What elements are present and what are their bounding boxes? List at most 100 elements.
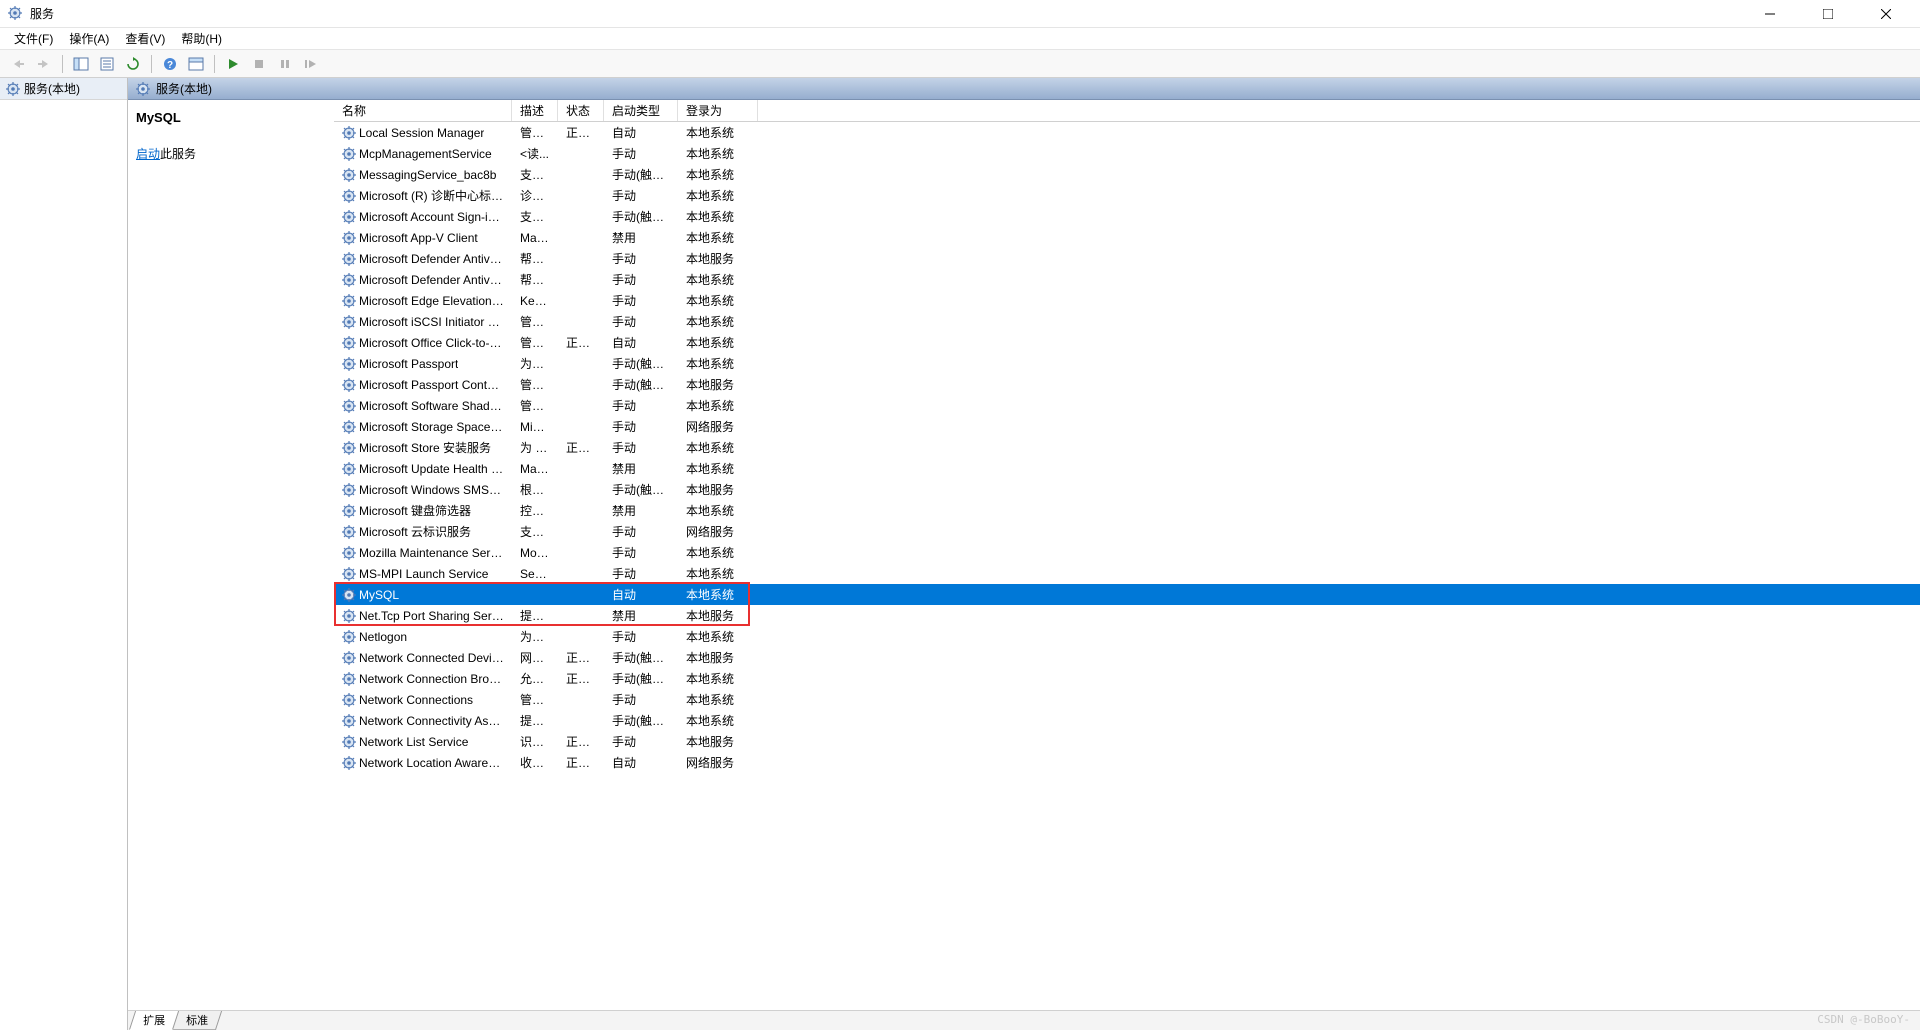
- service-row[interactable]: McpManagementService<读...手动本地系统: [334, 143, 1920, 164]
- pause-service-button[interactable]: [273, 53, 297, 75]
- service-row[interactable]: Microsoft Defender Antivir...帮助...手动本地系统: [334, 269, 1920, 290]
- col-logon[interactable]: 登录为: [678, 100, 758, 121]
- gear-icon: [342, 441, 356, 455]
- service-row[interactable]: Microsoft App-V ClientMan...禁用本地系统: [334, 227, 1920, 248]
- service-name-text: Microsoft iSCSI Initiator Ser...: [359, 315, 504, 329]
- service-row[interactable]: Microsoft Passport为用...手动(触发...本地系统: [334, 353, 1920, 374]
- close-button[interactable]: [1866, 2, 1906, 26]
- column-headers: 名称 描述 状态 启动类型 登录为: [334, 100, 1920, 122]
- service-row[interactable]: Network List Service识别...正在...手动本地服务: [334, 731, 1920, 752]
- service-row[interactable]: Microsoft Windows SMS 路...根据...手动(触发...本…: [334, 479, 1920, 500]
- service-row[interactable]: Microsoft (R) 诊断中心标准...诊断...手动本地系统: [334, 185, 1920, 206]
- service-row[interactable]: Mozilla Maintenance ServiceMozi...手动本地系统: [334, 542, 1920, 563]
- service-row[interactable]: Network Connected Devic...网络...正在...手动(触…: [334, 647, 1920, 668]
- properties-button[interactable]: [95, 53, 119, 75]
- cell-desc: 提供...: [512, 607, 558, 624]
- cell-startup: 手动(触发...: [604, 481, 678, 498]
- cell-desc: 为 M...: [512, 439, 558, 456]
- menu-help[interactable]: 帮助(H): [175, 28, 228, 49]
- service-name-text: Network Connection Broker: [359, 672, 504, 686]
- service-row[interactable]: Microsoft Software Shado...管理...手动本地系统: [334, 395, 1920, 416]
- service-row[interactable]: MessagingService_bac8b支持...手动(触发...本地系统: [334, 164, 1920, 185]
- maximize-button[interactable]: [1808, 2, 1848, 26]
- menu-action[interactable]: 操作(A): [63, 28, 115, 49]
- service-name-text: Microsoft Store 安装服务: [359, 439, 491, 456]
- col-status[interactable]: 状态: [558, 100, 604, 121]
- service-name-text: Net.Tcp Port Sharing Service: [359, 609, 504, 623]
- service-app-icon: [8, 6, 24, 22]
- cell-startup: 手动: [604, 271, 678, 288]
- minimize-button[interactable]: [1750, 2, 1790, 26]
- service-row[interactable]: Microsoft iSCSI Initiator Ser...管理...手动本…: [334, 311, 1920, 332]
- gear-icon: [342, 294, 356, 308]
- cell-logon: 本地系统: [678, 712, 758, 729]
- cell-logon: 本地系统: [678, 586, 758, 603]
- menu-view[interactable]: 查看(V): [119, 28, 171, 49]
- service-row[interactable]: Net.Tcp Port Sharing Service提供...禁用本地服务: [334, 605, 1920, 626]
- service-name-text: Microsoft (R) 诊断中心标准...: [359, 187, 504, 204]
- service-row[interactable]: Microsoft Store 安装服务为 M...正在...手动本地系统: [334, 437, 1920, 458]
- start-service-button[interactable]: [221, 53, 245, 75]
- tree-node-services-local[interactable]: 服务(本地): [0, 78, 127, 100]
- cell-desc: Servi...: [512, 567, 558, 581]
- detail-action-suffix: 此服务: [160, 147, 196, 161]
- col-name[interactable]: 名称: [334, 100, 512, 121]
- cell-name: Microsoft (R) 诊断中心标准...: [334, 187, 512, 204]
- cell-startup: 自动: [604, 124, 678, 141]
- service-row[interactable]: MySQL自动本地系统: [334, 584, 1920, 605]
- tree-node-label: 服务(本地): [24, 80, 80, 97]
- gear-icon: [342, 714, 356, 728]
- forward-button[interactable]: [32, 53, 56, 75]
- restart-service-button[interactable]: [299, 53, 323, 75]
- service-name-text: Local Session Manager: [359, 126, 484, 140]
- service-row[interactable]: Microsoft Office Click-to-R...管理 ...正在..…: [334, 332, 1920, 353]
- service-row[interactable]: Microsoft Account Sign-in ...支持...手动(触发.…: [334, 206, 1920, 227]
- help-button[interactable]: ?: [158, 53, 182, 75]
- cell-desc: 支持...: [512, 208, 558, 225]
- cell-logon: 本地系统: [678, 439, 758, 456]
- service-row[interactable]: Microsoft Passport Container管理...手动(触发..…: [334, 374, 1920, 395]
- service-row[interactable]: Microsoft Edge Elevation S...Keep...手动本地…: [334, 290, 1920, 311]
- cell-startup: 手动: [604, 397, 678, 414]
- service-name-text: Network List Service: [359, 735, 468, 749]
- show-hide-tree-button[interactable]: [69, 53, 93, 75]
- service-name-text: Microsoft App-V Client: [359, 231, 478, 245]
- service-row[interactable]: Netlogon为用...手动本地系统: [334, 626, 1920, 647]
- refresh-button[interactable]: [121, 53, 145, 75]
- service-rows[interactable]: Local Session Manager管理...正在...自动本地系统Mcp…: [334, 122, 1920, 1010]
- cell-name: Microsoft Office Click-to-R...: [334, 336, 512, 350]
- cell-logon: 本地系统: [678, 670, 758, 687]
- service-row[interactable]: Microsoft Storage Spaces S...Micr...手动网络…: [334, 416, 1920, 437]
- service-row[interactable]: Microsoft 键盘筛选器控制...禁用本地系统: [334, 500, 1920, 521]
- service-name-text: Microsoft Passport Container: [359, 378, 504, 392]
- col-desc[interactable]: 描述: [512, 100, 558, 121]
- service-row[interactable]: Network Location Awarene...收集...正在...自动网…: [334, 752, 1920, 773]
- cell-desc: 识别...: [512, 733, 558, 750]
- gear-icon: [136, 82, 150, 96]
- cell-logon: 网络服务: [678, 754, 758, 771]
- console-tree[interactable]: 服务(本地): [0, 78, 128, 1030]
- tab-standard[interactable]: 标准: [172, 1011, 222, 1030]
- service-row[interactable]: Network Connection Broker允许 ...正在...手动(触…: [334, 668, 1920, 689]
- export-button[interactable]: [184, 53, 208, 75]
- service-row[interactable]: Network Connections管理...手动本地系统: [334, 689, 1920, 710]
- menu-file[interactable]: 文件(F): [8, 28, 59, 49]
- service-row[interactable]: Microsoft Update Health S...Main...禁用本地系…: [334, 458, 1920, 479]
- stop-service-button[interactable]: [247, 53, 271, 75]
- service-row[interactable]: Microsoft 云标识服务支持...手动网络服务: [334, 521, 1920, 542]
- service-row[interactable]: Local Session Manager管理...正在...自动本地系统: [334, 122, 1920, 143]
- cell-logon: 本地系统: [678, 502, 758, 519]
- cell-name: MySQL: [334, 588, 512, 602]
- cell-startup: 手动: [604, 313, 678, 330]
- start-service-link[interactable]: 启动: [136, 147, 160, 161]
- service-row[interactable]: Network Connectivity Assis...提供 ...手动(触发…: [334, 710, 1920, 731]
- cell-desc: 允许 ...: [512, 670, 558, 687]
- service-row[interactable]: MS-MPI Launch ServiceServi...手动本地系统: [334, 563, 1920, 584]
- service-row[interactable]: Microsoft Defender Antivir...帮助...手动本地服务: [334, 248, 1920, 269]
- gear-icon: [342, 252, 356, 266]
- col-startup[interactable]: 启动类型: [604, 100, 678, 121]
- cell-desc: 管理...: [512, 313, 558, 330]
- gear-icon: [342, 462, 356, 476]
- tab-extended[interactable]: 扩展: [129, 1011, 179, 1030]
- back-button[interactable]: [6, 53, 30, 75]
